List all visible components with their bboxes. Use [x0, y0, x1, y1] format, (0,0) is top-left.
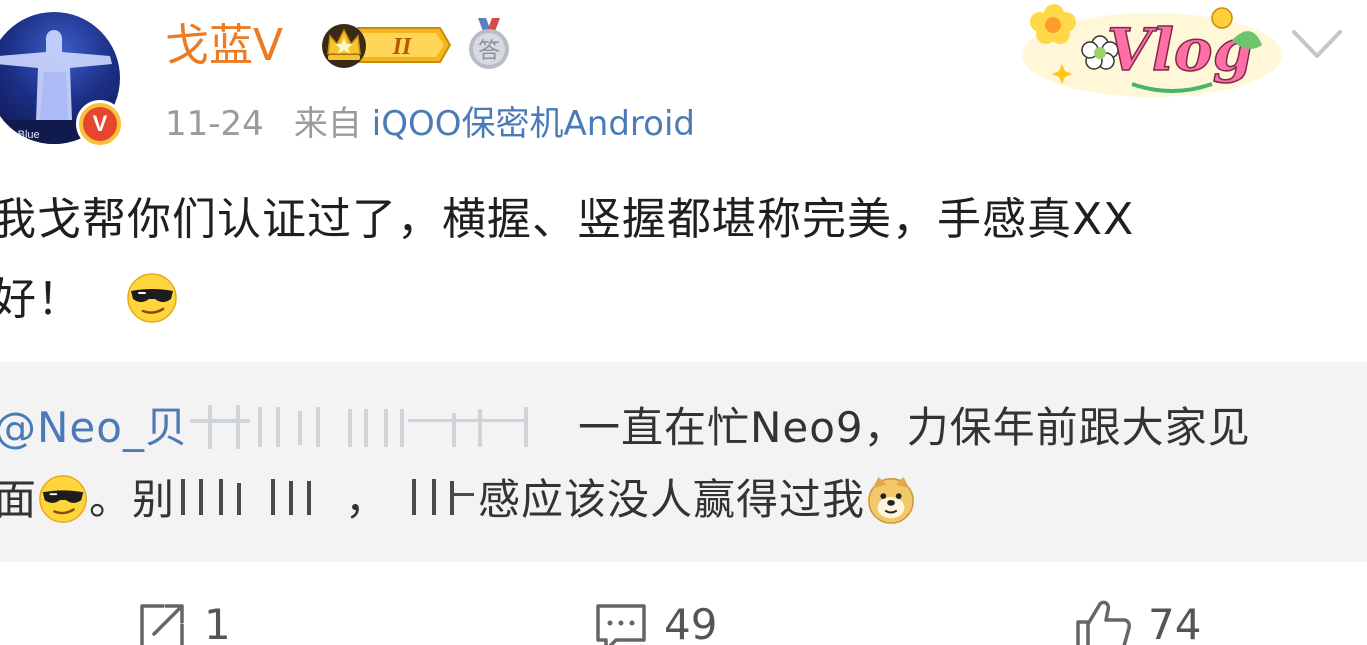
- quoted-text-2a: 。别: [89, 475, 176, 524]
- quoted-text-2b: ，: [345, 475, 389, 524]
- quoted-line-2: 面 。别 ， 感应该没人赢得过我: [0, 464, 1344, 536]
- doge-emoji-icon: [868, 476, 914, 524]
- quoted-text-2c: 感应该没人赢得过我: [478, 475, 866, 524]
- like-button[interactable]: 74: [1074, 598, 1201, 645]
- quoted-line-1: @Neo_贝 一直在忙Neo9，力保年前跟大家见: [0, 392, 1344, 464]
- like-icon: [1076, 600, 1131, 645]
- vlog-sticker: Vlog: [1022, 4, 1282, 97]
- flower-icon: [1030, 4, 1076, 44]
- post-date: 11-24: [165, 104, 264, 144]
- source-prefix: 来自: [293, 104, 362, 144]
- comment-button[interactable]: 49: [594, 598, 717, 645]
- medal-icon[interactable]: 答: [466, 16, 512, 72]
- quoted-post[interactable]: @Neo_贝 一直在忙Neo9，力保年前跟大家见 面 。别 ， 感应该没人赢得过…: [0, 362, 1367, 562]
- quoted-text-2-prefix: 面: [0, 475, 38, 524]
- avatar-caption: io Blue: [6, 129, 40, 141]
- verified-badge: V: [76, 100, 124, 148]
- pixelated-censored-text: [412, 478, 475, 515]
- pixelated-censored-text: [187, 402, 568, 449]
- comment-count: 49: [664, 600, 718, 645]
- username[interactable]: 戈蓝V: [165, 18, 283, 74]
- verified-mark: V: [83, 107, 117, 141]
- action-bar: 1 49 74: [0, 590, 1367, 645]
- mention-link[interactable]: @Neo_贝: [0, 403, 188, 452]
- post-content: 我戈帮你们认证过了，横握、竖握都堪称完美，手感真XX 好！: [0, 180, 1352, 340]
- comment-icon: [596, 604, 646, 645]
- crown-vip-icon[interactable]: II: [318, 20, 452, 70]
- vip-level-text: II: [392, 34, 413, 60]
- quoted-post-text: @Neo_贝 一直在忙Neo9，力保年前跟大家见 面 。别 ， 感应该没人赢得过…: [0, 392, 1344, 536]
- chevron-down-icon[interactable]: [1290, 24, 1344, 64]
- source-device-link[interactable]: iQOO保密机Android: [372, 104, 695, 144]
- post-text-line-2-text: 好！: [0, 274, 82, 325]
- vlog-text: Vlog: [1107, 16, 1253, 84]
- repost-button[interactable]: 1: [134, 598, 231, 645]
- post-text-line-2: 好！: [0, 260, 1352, 340]
- sunglasses-emoji-icon: [39, 474, 87, 523]
- sunglasses-emoji-icon: [127, 273, 177, 323]
- like-count: 74: [1148, 600, 1202, 645]
- repost-icon: [140, 604, 184, 645]
- weibo-post: io Blue V 戈蓝V II 答 11-24 来自 iQOO保密机Android: [0, 0, 1367, 645]
- post-meta: 11-24 来自 iQOO保密机Android: [165, 100, 695, 148]
- post-text-line-1: 我戈帮你们认证过了，横握、竖握都堪称完美，手感真XX: [0, 194, 1135, 245]
- quoted-text-1: 一直在忙Neo9，力保年前跟大家见: [577, 403, 1251, 452]
- medal-label: 答: [478, 39, 500, 64]
- repost-count: 1: [204, 600, 231, 645]
- pixelated-censored-text: [181, 478, 312, 515]
